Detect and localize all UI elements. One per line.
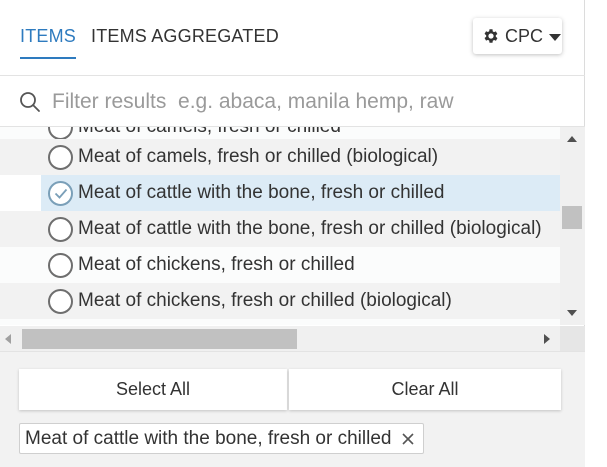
radio-unchecked-icon[interactable] bbox=[48, 127, 73, 140]
list-item-label: Meat of chickens, fresh or chilled bbox=[78, 254, 355, 275]
tab-items-aggregated[interactable]: ITEMS AGGREGATED bbox=[91, 26, 279, 57]
horizontal-scrollbar[interactable] bbox=[0, 326, 560, 351]
scroll-left-arrow-icon[interactable] bbox=[5, 334, 11, 344]
list-item-partial-bottom[interactable] bbox=[0, 319, 560, 325]
radio-unchecked-icon[interactable] bbox=[48, 324, 73, 325]
search-icon bbox=[20, 92, 40, 112]
list-item[interactable]: Meat of cattle with the bone, fresh or c… bbox=[0, 211, 560, 247]
caret-down-icon bbox=[549, 33, 562, 41]
tab-items[interactable]: ITEMS bbox=[20, 26, 77, 59]
radio-unchecked-icon[interactable] bbox=[48, 216, 73, 242]
radio-checked-icon[interactable] bbox=[48, 180, 73, 206]
gear-icon bbox=[484, 29, 498, 43]
close-icon[interactable] bbox=[401, 432, 415, 446]
search-input[interactable] bbox=[50, 87, 570, 117]
item-list: Meat of camels, fresh or chilled Meat of… bbox=[0, 127, 560, 325]
list-item-label: Meat of camels, fresh or chilled (biolog… bbox=[78, 146, 439, 167]
scroll-right-arrow-icon[interactable] bbox=[544, 334, 550, 344]
scroll-up-arrow-icon[interactable] bbox=[567, 136, 577, 142]
radio-unchecked-icon[interactable] bbox=[48, 144, 73, 170]
footer: Select All Clear All Meat of cattle with… bbox=[0, 351, 585, 467]
list-item-label: Meat of chickens, fresh or chilled (biol… bbox=[78, 290, 452, 311]
list-item[interactable]: Meat of camels, fresh or chilled (biolog… bbox=[0, 139, 560, 175]
scroll-down-arrow-icon[interactable] bbox=[567, 310, 577, 316]
list-item-label: Meat of camels, fresh or chilled bbox=[78, 127, 341, 138]
horizontal-scroll-thumb[interactable] bbox=[22, 329, 297, 349]
scrollbar-corner bbox=[560, 326, 585, 351]
radio-unchecked-icon[interactable] bbox=[48, 252, 73, 278]
classification-label: CPC bbox=[505, 25, 544, 46]
list-item-selected[interactable]: Meat of cattle with the bone, fresh or c… bbox=[41, 175, 560, 211]
clear-all-button[interactable]: Clear All bbox=[289, 369, 561, 410]
list-item[interactable]: Meat of chickens, fresh or chilled (biol… bbox=[0, 283, 560, 319]
search-bar bbox=[0, 77, 585, 127]
select-all-button[interactable]: Select All bbox=[19, 369, 287, 410]
classification-dropdown-button[interactable]: CPC bbox=[473, 18, 562, 54]
tab-bar: ITEMS ITEMS AGGREGATED CPC bbox=[0, 0, 585, 76]
chip-label: Meat of cattle with the bone, fresh or c… bbox=[25, 427, 392, 449]
vertical-scrollbar[interactable] bbox=[560, 127, 585, 325]
list-item-label: Meat of cattle with the bone, fresh or c… bbox=[78, 182, 445, 203]
radio-unchecked-icon[interactable] bbox=[48, 288, 73, 314]
list-item-label: Meat of cattle with the bone, fresh or c… bbox=[78, 218, 542, 239]
selected-item-chip: Meat of cattle with the bone, fresh or c… bbox=[19, 423, 425, 454]
list-item[interactable]: Meat of chickens, fresh or chilled bbox=[0, 247, 560, 283]
vertical-scroll-thumb[interactable] bbox=[562, 206, 582, 229]
